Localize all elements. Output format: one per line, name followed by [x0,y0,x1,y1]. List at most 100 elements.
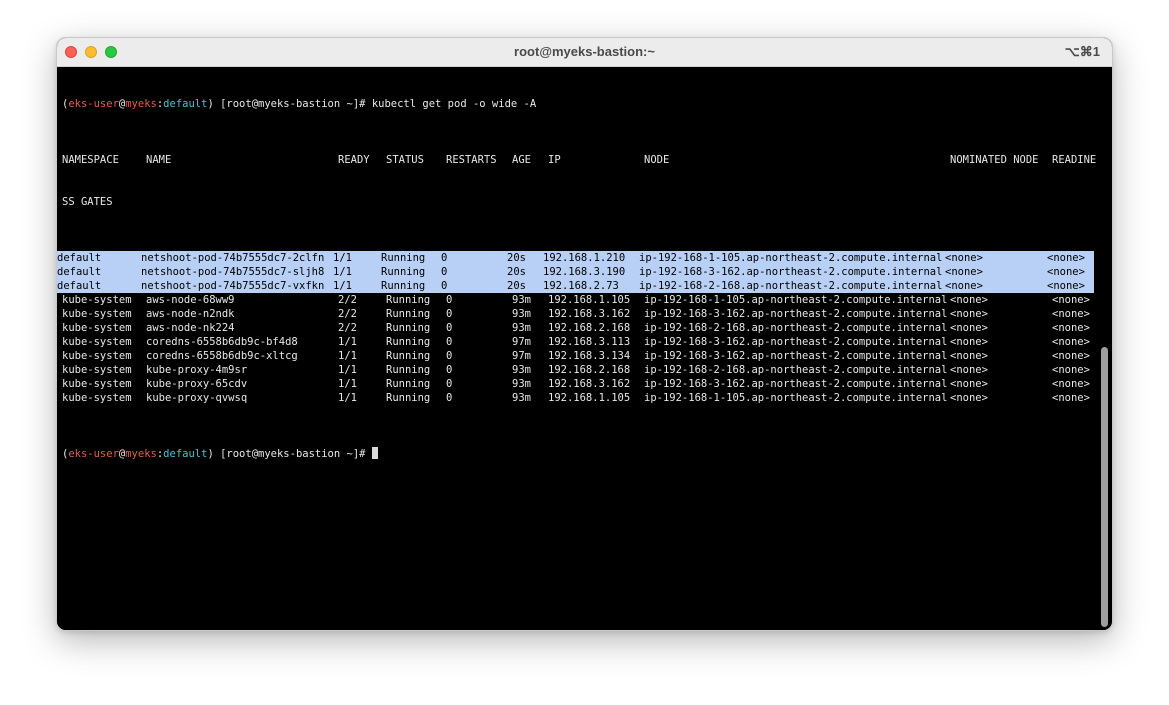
readiness-gates-cell: <none> [1047,280,1085,292]
vertical-scrollbar[interactable] [1097,67,1112,630]
age-cell: 20s [507,280,526,292]
header-namespace: NAMESPACE [62,154,119,166]
pod-name-cell: kube-proxy-qvwsq [146,392,248,404]
status-cell: Running [386,308,431,320]
restarts-cell: 0 [446,350,453,362]
header-status: STATUS [386,154,424,166]
age-cell: 93m [512,392,531,404]
ip-cell: 192.168.1.210 [543,252,626,264]
nominated-node-cell: <none> [950,392,988,404]
namespace-cell: kube-system [62,322,132,334]
header-age: AGE [512,154,531,166]
restarts-cell: 0 [441,252,448,264]
ready-cell: 1/1 [338,392,357,404]
namespace-cell: kube-system [62,294,132,306]
table-row: default netshoot-pod-74b7555dc7-sljh8 1/1 R… [57,265,1094,279]
age-cell: 97m [512,336,531,348]
node-cell: ip-192-168-3-162.ap-northeast-2.compute.… [644,308,948,320]
header-nominated-node: NOMINATED NODE [950,154,1039,166]
readiness-gates-cell: <none> [1052,322,1090,334]
table-row: kube-system kube-proxy-65cdv 1/1 Running 0 93… [62,377,1099,391]
table-header-wrap: SS GATES [62,195,1099,209]
age-cell: 20s [507,266,526,278]
restarts-cell: 0 [441,266,448,278]
table-header: NAMESPACE NAME READY STATUS RESTARTS AGE… [62,153,1099,167]
ip-cell: 192.168.2.168 [548,322,631,334]
restarts-cell: 0 [441,280,448,292]
pod-name-cell: netshoot-pod-74b7555dc7-2clfn [141,252,325,264]
window-title: root@myeks-bastion:~ [514,44,655,59]
status-cell: Running [386,322,431,334]
ip-cell: 192.168.3.190 [543,266,626,278]
table-row: kube-system aws-node-68ww9 2/2 Running 0 93m 1… [62,293,1099,307]
restarts-cell: 0 [446,364,453,376]
pod-name-cell: coredns-6558b6db9c-xltcg [146,350,298,362]
terminal-window: root@myeks-bastion:~ ⌥⌘1 (eks-user@myeks… [56,37,1113,631]
node-cell: ip-192-168-1-105.ap-northeast-2.compute.… [644,294,948,306]
ip-cell: 192.168.3.113 [548,336,631,348]
age-cell: 97m [512,350,531,362]
ip-cell: 192.168.3.134 [548,350,631,362]
status-cell: Running [386,350,431,362]
text-cursor [371,447,378,459]
nominated-node-cell: <none> [950,294,988,306]
ready-cell: 1/1 [338,378,357,390]
ready-cell: 1/1 [333,252,352,264]
pod-name-cell: kube-proxy-4m9sr [146,364,248,376]
ready-cell: 1/1 [333,280,352,292]
readiness-gates-cell: <none> [1052,336,1090,348]
node-cell: ip-192-168-3-162.ap-northeast-2.compute.… [644,350,948,362]
age-cell: 93m [512,322,531,334]
table-row: default netshoot-pod-74b7555dc7-vxfkn 1/1 R… [57,279,1094,293]
namespace-cell: default [57,266,102,278]
table-row: kube-system aws-node-n2ndk 2/2 Running 0 93m 1… [62,307,1099,321]
nominated-node-cell: <none> [950,364,988,376]
restarts-cell: 0 [446,322,453,334]
pod-name-cell: netshoot-pod-74b7555dc7-sljh8 [141,266,325,278]
age-cell: 93m [512,308,531,320]
prompt-user: eks-user [68,98,119,110]
scrollbar-thumb[interactable] [1101,347,1108,627]
pod-name-cell: netshoot-pod-74b7555dc7-vxfkn [141,280,325,292]
namespace-cell: kube-system [62,350,132,362]
node-cell: ip-192-168-2-168.ap-northeast-2.compute.… [639,280,943,292]
namespace-cell: kube-system [62,364,132,376]
namespace-cell: kube-system [62,336,132,348]
status-cell: Running [386,294,431,306]
nominated-node-cell: <none> [945,280,983,292]
prompt-host: myeks [125,98,157,110]
header-readiness-gates: READINE [1052,154,1097,166]
namespace-cell: default [57,252,102,264]
pod-name-cell: aws-node-nk224 [146,322,235,334]
prompt-tail: [root@myeks-bastion ~]# [220,448,372,460]
table-row: kube-system kube-proxy-4m9sr 1/1 Running 0 93… [62,363,1099,377]
ip-cell: 192.168.1.105 [548,392,631,404]
ready-cell: 2/2 [338,308,357,320]
header-readiness-gates-wrap: SS GATES [62,196,113,208]
header-ip: IP [548,154,561,166]
prompt-host: myeks [125,448,157,460]
node-cell: ip-192-168-3-162.ap-northeast-2.compute.… [644,336,948,348]
ready-cell: 1/1 [333,266,352,278]
header-node: NODE [644,154,670,166]
active-prompt-line: (eks-user@myeks:default) [root@myeks-bas… [62,447,1099,461]
table-row: kube-system kube-proxy-qvwsq 1/1 Running 0 93… [62,391,1099,405]
restarts-cell: 0 [446,308,453,320]
node-cell: ip-192-168-1-105.ap-northeast-2.compute.… [639,252,943,264]
pod-name-cell: aws-node-n2ndk [146,308,235,320]
nominated-node-cell: <none> [950,350,988,362]
header-name: NAME [146,154,172,166]
terminal-output[interactable]: (eks-user@myeks:default) [root@myeks-bas… [57,67,1099,630]
status-cell: Running [386,364,431,376]
title-bar: root@myeks-bastion:~ ⌥⌘1 [57,38,1112,67]
readiness-gates-cell: <none> [1047,266,1085,278]
ip-cell: 192.168.3.162 [548,308,631,320]
restarts-cell: 0 [446,392,453,404]
namespace-cell: kube-system [62,392,132,404]
prompt-context: default [163,448,208,460]
command-line: (eks-user@myeks:default) [root@myeks-bas… [62,98,537,110]
status-cell: Running [381,280,426,292]
nominated-node-cell: <none> [950,378,988,390]
status-cell: Running [381,266,426,278]
namespace-cell: kube-system [62,308,132,320]
